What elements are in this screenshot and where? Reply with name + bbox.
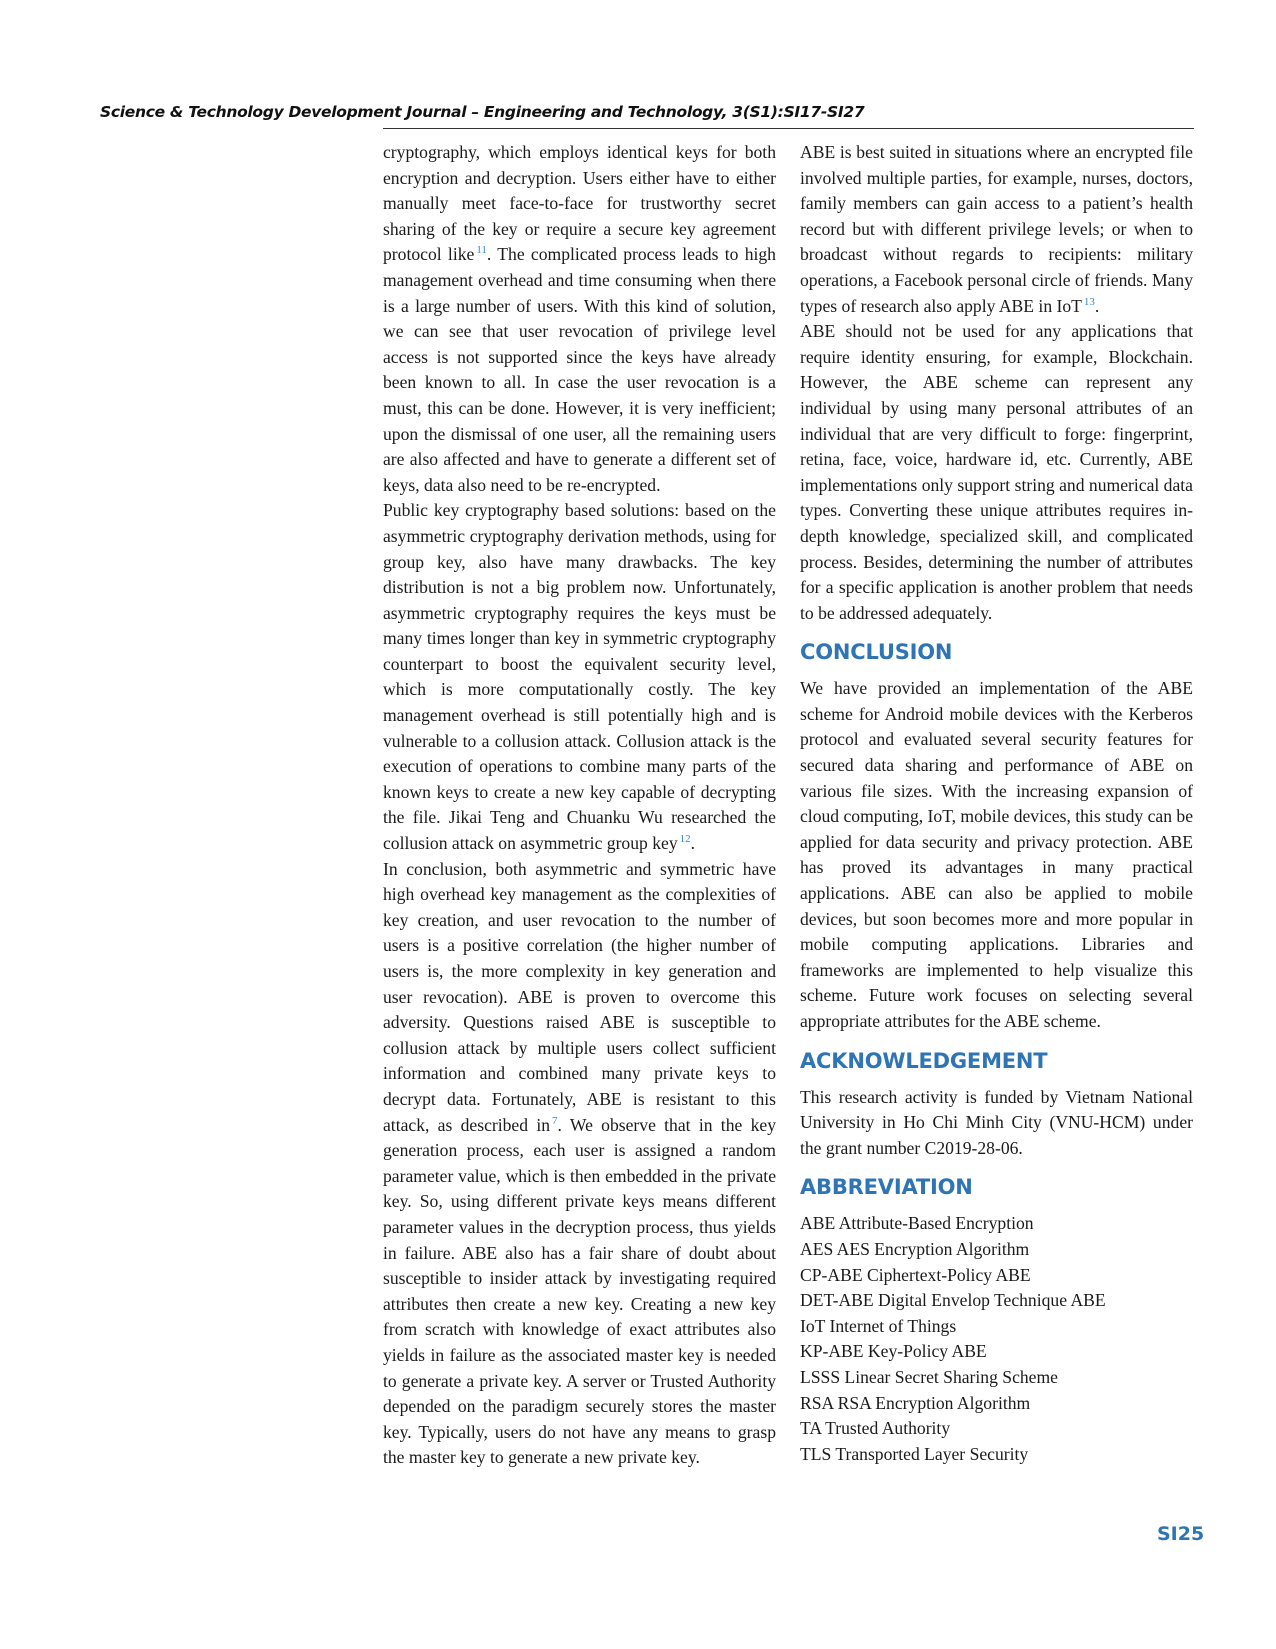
abbreviation-list: ABE Attribute-Based Encryption AES AES E… bbox=[800, 1211, 1193, 1467]
paragraph: ABE is best suited in situations where a… bbox=[800, 140, 1193, 319]
left-column: cryptography, which employs identical ke… bbox=[383, 140, 776, 1471]
header-rule bbox=[383, 128, 1194, 129]
abbreviation-item: KP-ABE Key-Policy ABE bbox=[800, 1341, 987, 1362]
conclusion-text: We have provided an implementation of th… bbox=[800, 678, 1194, 1031]
abbreviation-item: AES AES Encryption Algorithm bbox=[800, 1238, 1030, 1259]
abbreviation-item: RSA RSA Encryption Algorithm bbox=[800, 1392, 1031, 1413]
paragraph: Public key cryptography based solutions:… bbox=[383, 498, 776, 856]
abbreviation-item: DET-ABE Digital Envelop Technique ABE bbox=[800, 1290, 1106, 1311]
paragraph-text: . The complicated process leads to high … bbox=[383, 244, 776, 495]
paragraph: ABE should not be used for any applicati… bbox=[800, 321, 1193, 623]
paragraph: In conclusion, both asymmetric and symme… bbox=[383, 857, 776, 1471]
paragraph: cryptography, which employs identical ke… bbox=[383, 140, 776, 498]
paragraph-text: . bbox=[1094, 295, 1100, 316]
section-heading-abbreviation: ABBREVIATION bbox=[800, 1175, 973, 1200]
paragraph-text: Public key cryptography based solutions:… bbox=[383, 500, 776, 854]
abbreviation-item: IoT Internet of Things bbox=[800, 1315, 957, 1336]
abbreviation-item: CP-ABE Ciphertext-Policy ABE bbox=[800, 1264, 1031, 1285]
citation-link[interactable]: 11 bbox=[476, 244, 487, 256]
citation-link[interactable]: 12 bbox=[680, 833, 691, 845]
paragraph-text: . We observe that in the key generation … bbox=[383, 1114, 776, 1468]
abbreviation-item: ABE Attribute-Based Encryption bbox=[800, 1213, 1034, 1234]
section-heading-conclusion: CONCLUSION bbox=[800, 640, 953, 665]
abbreviation-item: TLS Transported Layer Security bbox=[800, 1443, 1029, 1464]
right-column: ABE is best suited in situations where a… bbox=[800, 140, 1193, 1467]
abbreviation-item: TA Trusted Authority bbox=[800, 1418, 951, 1439]
citation-link[interactable]: 13 bbox=[1084, 296, 1095, 308]
paragraph-text: In conclusion, both asymmetric and symme… bbox=[383, 858, 776, 1135]
paragraph-text: ABE is best suited in situations where a… bbox=[800, 142, 1193, 316]
section-heading-acknowledgement: ACKNOWLEDGEMENT bbox=[800, 1048, 1048, 1073]
abbreviation-item: LSSS Linear Secret Sharing Scheme bbox=[800, 1366, 1058, 1387]
page-number: SI25 bbox=[1157, 1523, 1205, 1545]
acknowledgement-text: This research activity is funded by Viet… bbox=[800, 1086, 1193, 1158]
running-head: Science & Technology Development Journal… bbox=[100, 103, 865, 121]
paragraph-text: . bbox=[690, 833, 696, 854]
